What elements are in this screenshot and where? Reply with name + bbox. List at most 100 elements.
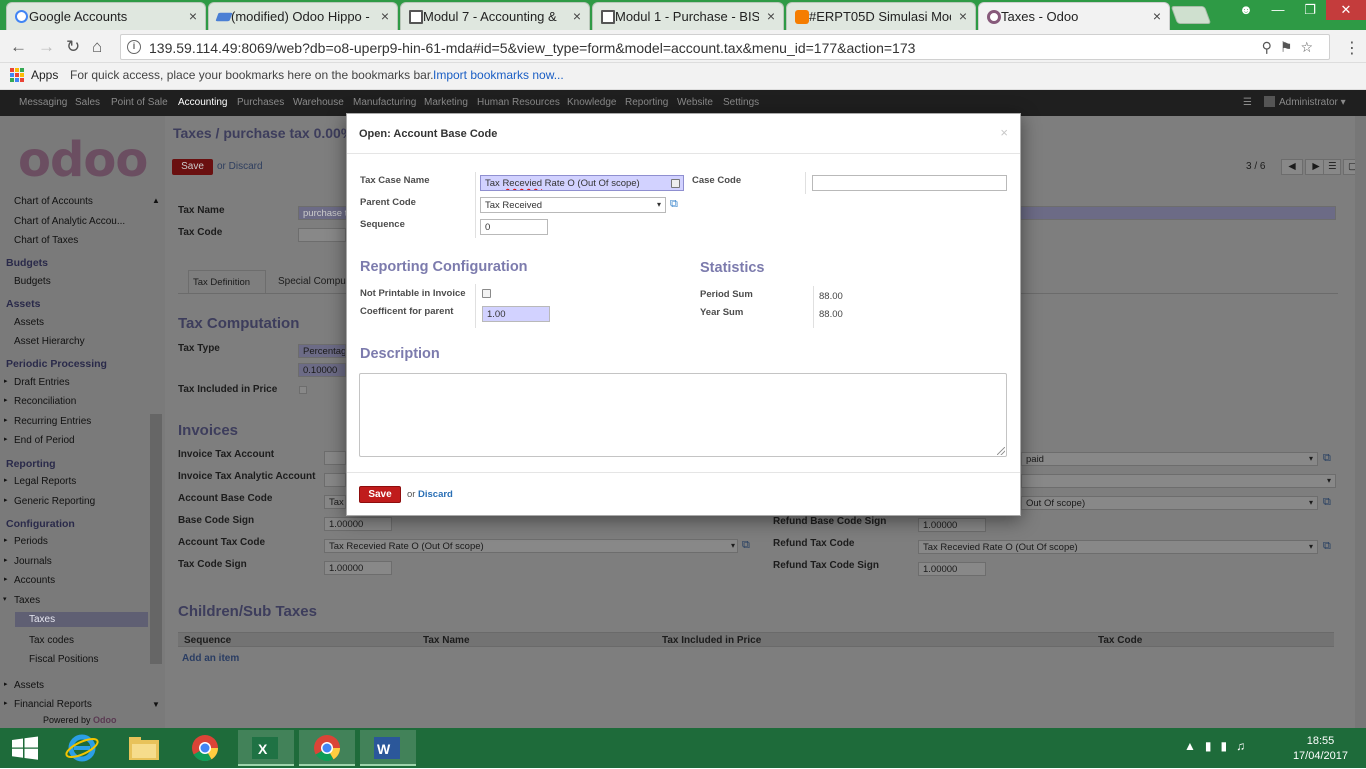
tab-erpt05d[interactable]: #ERPT05D Simulasi Mod ×	[786, 2, 976, 30]
sidebar-item-tax-codes[interactable]: Tax codes	[29, 635, 74, 646]
sidebar-item-generic-reporting[interactable]: Generic Reporting	[14, 496, 95, 507]
signal-icon[interactable]: ▮	[1221, 739, 1237, 753]
sidebar-item-chart-of-analytic[interactable]: Chart of Analytic Accou...	[14, 216, 125, 227]
sidebar-item-accounts[interactable]: Accounts	[14, 575, 55, 586]
column-tax-code[interactable]: Tax Code	[1098, 635, 1142, 646]
minimize-icon[interactable]: —	[1262, 0, 1294, 20]
tab-special-computation[interactable]: Special Comput	[278, 276, 349, 287]
menu-sales[interactable]: Sales	[75, 97, 100, 108]
form-discard-link[interactable]: or Discard	[217, 161, 263, 172]
invoice-tax-analytic-field[interactable]	[324, 473, 346, 487]
dropdown-arrow-icon[interactable]: ▾	[1309, 542, 1313, 551]
tax-code-sign-field[interactable]: 1.00000	[324, 561, 392, 575]
expand-arrow-icon[interactable]: ▸	[4, 680, 8, 688]
collapse-arrow-icon[interactable]: ▲	[152, 196, 160, 205]
refund-base-code-select[interactable]: Out Of scope)	[1021, 496, 1318, 510]
forward-arrow-icon[interactable]: →	[38, 37, 55, 57]
invoice-tax-account-field[interactable]	[324, 451, 346, 465]
zoom-icon[interactable]: ⚲	[1262, 39, 1280, 55]
amount-field[interactable]: 0.10000	[298, 363, 346, 377]
resize-grip-icon[interactable]	[997, 447, 1005, 455]
close-icon[interactable]: ×	[573, 8, 581, 24]
menu-human-resources[interactable]: Human Resources	[477, 97, 560, 108]
menu-purchases[interactable]: Purchases	[237, 97, 284, 108]
dropdown-arrow-icon[interactable]: ▾	[731, 541, 735, 550]
column-tax-included[interactable]: Tax Included in Price	[662, 635, 761, 646]
scroll-down-arrow-icon[interactable]: ▼	[152, 700, 160, 709]
refund-tax-account-select[interactable]: paid	[1021, 452, 1318, 466]
base-code-sign-field[interactable]: 1.00000	[324, 517, 392, 531]
account-tax-code-select[interactable]: Tax Recevied Rate O (Out Of scope)	[324, 539, 738, 553]
sidebar-item-periods[interactable]: Periods	[14, 536, 48, 547]
sidebar-item-asset-hierarchy[interactable]: Asset Hierarchy	[14, 336, 85, 347]
word-icon[interactable]: W	[360, 730, 416, 766]
close-icon[interactable]: ×	[959, 8, 967, 24]
close-icon[interactable]: ×	[767, 8, 775, 24]
sidebar-item-taxes-group[interactable]: Taxes	[14, 595, 40, 606]
expand-arrow-icon[interactable]: ▸	[4, 536, 8, 544]
dropdown-arrow-icon[interactable]: ▾	[1309, 454, 1313, 463]
sidebar-scrollbar[interactable]	[150, 414, 162, 664]
chrome-icon[interactable]	[299, 730, 355, 766]
dialog-close-icon[interactable]: ×	[1000, 125, 1008, 140]
menu-messaging[interactable]: Messaging	[19, 97, 67, 108]
tab-modul-7[interactable]: Modul 7 - Accounting & ×	[400, 2, 590, 30]
external-link-icon[interactable]: ⧉	[1323, 540, 1331, 553]
tab-odoo-hippo[interactable]: (modified) Odoo Hippo - ×	[208, 2, 398, 30]
expand-arrow-icon[interactable]: ▸	[4, 496, 8, 504]
sidebar-item-end-of-period[interactable]: End of Period	[14, 435, 75, 446]
battery-icon[interactable]: ▮	[1205, 739, 1221, 753]
tax-included-checkbox[interactable]	[299, 386, 307, 394]
external-link-icon[interactable]: ⧉	[742, 539, 750, 552]
sidebar-item-journals[interactable]: Journals	[14, 556, 52, 567]
expand-arrow-icon[interactable]: ▸	[4, 377, 8, 385]
sidebar-item-assets[interactable]: Assets	[14, 317, 44, 328]
expand-arrow-icon[interactable]: ▸	[4, 416, 8, 424]
dropdown-arrow-icon[interactable]: ▾	[1327, 476, 1331, 485]
sidebar-item-legal-reports[interactable]: Legal Reports	[14, 476, 76, 487]
menu-kebab-icon[interactable]: ⋮	[1344, 38, 1360, 58]
external-link-icon[interactable]: ⧉	[670, 199, 682, 210]
list-view-icon[interactable]: ☰	[1323, 159, 1341, 175]
sidebar-item-chart-of-taxes[interactable]: Chart of Taxes	[14, 235, 78, 246]
refund-tax-analytic-select[interactable]	[1021, 474, 1336, 488]
apps-grid-icon[interactable]	[10, 68, 24, 82]
home-icon[interactable]: ⌂	[92, 37, 102, 57]
menu-marketing[interactable]: Marketing	[424, 97, 468, 108]
external-link-icon[interactable]: ⧉	[1323, 452, 1331, 465]
chrome-icon[interactable]	[177, 730, 233, 766]
sidebar-item-reconciliation[interactable]: Reconciliation	[14, 396, 76, 407]
add-item-link[interactable]: Add an item	[182, 653, 239, 664]
extension-icon[interactable]: ⚑	[1280, 39, 1301, 55]
tab-google-accounts[interactable]: Google Accounts ×	[6, 2, 206, 30]
column-sequence[interactable]: Sequence	[184, 635, 231, 646]
expand-arrow-icon[interactable]: ▸	[4, 699, 8, 707]
account-base-code-field[interactable]: Tax	[324, 495, 346, 509]
sidebar-item-recurring-entries[interactable]: Recurring Entries	[14, 416, 91, 427]
sidebar-item-fiscal-positions[interactable]: Fiscal Positions	[29, 654, 98, 665]
pager-prev-icon[interactable]: ◀	[1281, 159, 1303, 175]
star-bookmark-icon[interactable]: ☆	[1300, 39, 1321, 55]
menu-point-of-sale[interactable]: Point of Sale	[111, 97, 168, 108]
import-bookmarks-link[interactable]: Import bookmarks now...	[433, 68, 564, 82]
refund-base-code-sign-field[interactable]: 1.00000	[918, 518, 986, 532]
expand-arrow-icon[interactable]: ▸	[4, 476, 8, 484]
maximize-icon[interactable]: ❐	[1294, 0, 1326, 20]
expand-arrow-icon[interactable]: ▸	[4, 575, 8, 583]
expand-arrow-icon[interactable]: ▸	[4, 396, 8, 404]
close-icon[interactable]: ×	[381, 8, 389, 24]
menu-website[interactable]: Website	[677, 97, 713, 108]
description-textarea[interactable]	[359, 373, 1007, 457]
excel-icon[interactable]: X	[238, 730, 294, 766]
dropdown-arrow-icon[interactable]: ▾	[1309, 498, 1313, 507]
window-close-icon[interactable]: ✕	[1326, 0, 1366, 20]
expand-arrow-icon[interactable]: ▸	[4, 435, 8, 443]
form-save-button[interactable]: Save	[172, 159, 213, 175]
tax-type-select[interactable]: Percentag	[298, 344, 346, 358]
tab-modul-1[interactable]: Modul 1 - Purchase - BIS ×	[592, 2, 784, 30]
user-profile-icon[interactable]: ☻	[1230, 0, 1262, 20]
dropdown-arrow-icon[interactable]: ▾	[657, 200, 661, 209]
volume-icon[interactable]: ♫	[1236, 739, 1254, 753]
close-icon[interactable]: ×	[189, 8, 197, 24]
sidebar-item-chart-of-accounts[interactable]: Chart of Accounts	[14, 196, 93, 207]
